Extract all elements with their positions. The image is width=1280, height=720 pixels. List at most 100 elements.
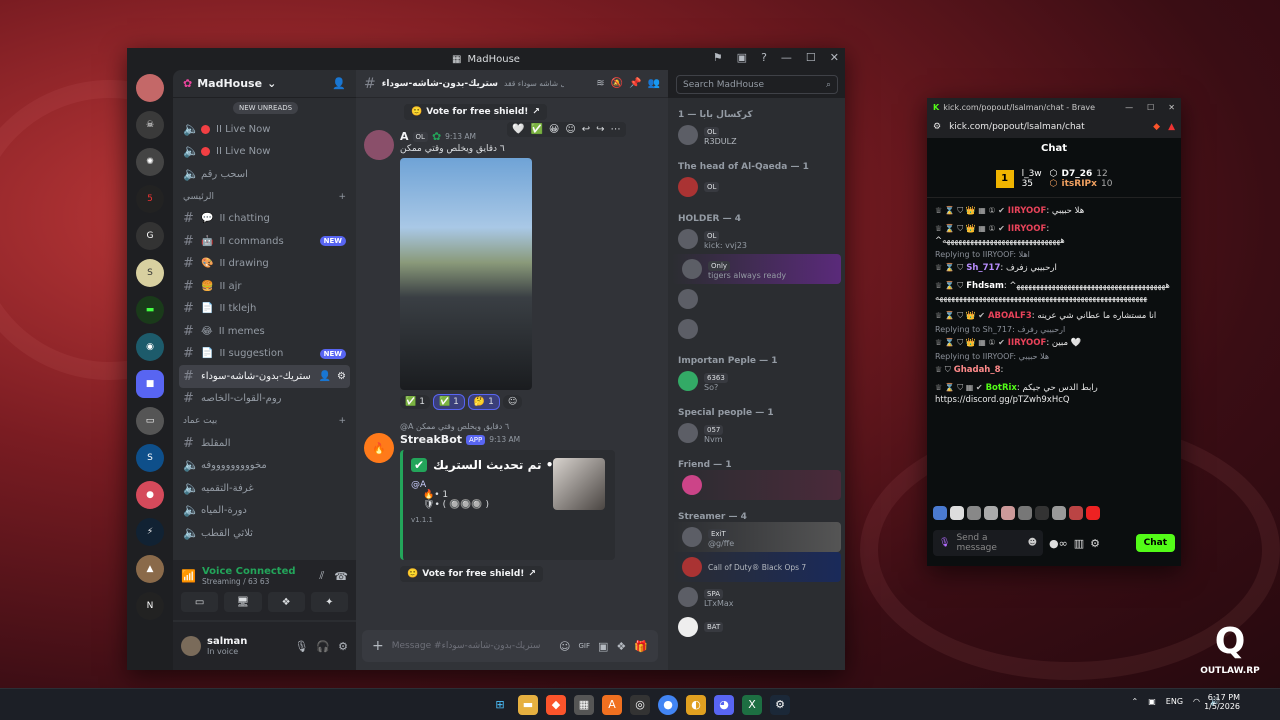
reply-icon[interactable]: ↩ xyxy=(582,124,590,135)
microphone-icon[interactable]: 🎙 xyxy=(294,640,308,653)
add-member-icon[interactable]: 👤 xyxy=(332,77,346,90)
chat-username[interactable]: Ghadah_8 xyxy=(954,365,1001,375)
reply-reference[interactable]: @A ٦ دقايق ويخلص وقتي ممكن xyxy=(356,410,668,431)
gear-icon[interactable]: ⚙ xyxy=(1090,537,1100,550)
close-button[interactable]: ✕ xyxy=(1168,103,1175,112)
chat-username[interactable]: IIRYOOF xyxy=(1008,338,1047,348)
emote-icon[interactable] xyxy=(1069,506,1083,520)
member-item[interactable] xyxy=(668,314,845,344)
check-icon[interactable]: ✅ xyxy=(530,124,542,135)
site-info-icon[interactable]: ⚙ xyxy=(933,122,941,132)
wifi-icon[interactable]: ◠ xyxy=(1193,697,1200,706)
emote-icon[interactable] xyxy=(1018,506,1032,520)
noise-suppression-icon[interactable]: ⫽ xyxy=(319,569,324,583)
server-avatar[interactable]: S xyxy=(136,259,164,287)
app-icon[interactable]: ◐ xyxy=(686,694,706,715)
reply-reference[interactable]: Replying to IIRYOOF: هلا حبيبي xyxy=(927,352,1181,361)
server-avatar[interactable] xyxy=(136,74,164,102)
server-avatar[interactable]: ⚡ xyxy=(136,518,164,546)
app-icon[interactable]: ▦ xyxy=(574,694,594,715)
maximize-button[interactable]: ☐ xyxy=(1147,103,1154,112)
top-user-name[interactable]: l_3w xyxy=(1022,169,1042,179)
emote-icon[interactable] xyxy=(933,506,947,520)
text-channel[interactable]: # 🎨 II drawing xyxy=(173,253,356,276)
car-photo-image[interactable] xyxy=(400,158,532,390)
server-avatar[interactable]: ▬ xyxy=(136,296,164,324)
top-user-name[interactable]: itsRIPx xyxy=(1062,179,1097,189)
windows-start-icon[interactable]: ⊞ xyxy=(490,695,510,715)
apps-icon[interactable]: ❖ xyxy=(616,640,626,653)
plus-icon[interactable]: + xyxy=(372,638,384,654)
voice-channel[interactable]: 🔈 اسحب رقم xyxy=(173,163,356,186)
tray-icon[interactable]: ▣ xyxy=(1148,697,1156,706)
reply-reference[interactable]: Replying to IIRYOOF: اهلا xyxy=(927,250,1181,259)
address-bar[interactable]: ⚙ kick.com/popout/lsalman/chat ◆ ▲ xyxy=(927,116,1181,138)
emote-icon[interactable] xyxy=(950,506,964,520)
camera-off-button[interactable]: ▭ xyxy=(181,592,219,612)
minimize-button[interactable]: — xyxy=(1125,103,1133,112)
vote-shield-button[interactable]: 🙂 Vote for free shield! ↗ xyxy=(404,104,547,120)
chevron-up-icon[interactable]: ⌃ xyxy=(1132,697,1139,706)
reaction[interactable]: ✅ 1 xyxy=(400,395,430,409)
top-user-name[interactable]: D7_26 xyxy=(1062,169,1093,179)
member-item[interactable] xyxy=(672,470,841,500)
gear-icon[interactable]: ⚙ xyxy=(337,371,346,382)
file-explorer-icon[interactable]: ▬ xyxy=(518,694,538,715)
brave-shield-icon[interactable]: ◆ xyxy=(1153,122,1160,132)
activities-button[interactable]: ❖ xyxy=(267,592,305,612)
steam-icon[interactable]: ⚙ xyxy=(770,694,790,715)
threads-icon[interactable]: ≋ xyxy=(596,78,604,89)
server-avatar[interactable]: ✺ xyxy=(136,148,164,176)
brave-icon[interactable]: ◆ xyxy=(546,694,566,715)
member-item[interactable]: OL R3DULZ xyxy=(668,120,845,150)
reply-reference[interactable]: Replying to Sh_717: ارحبيبي رفرف xyxy=(927,325,1181,334)
message-composer[interactable]: + Message #ستريك-بدون-شاشه-سوداء ☺ GIF ▣… xyxy=(362,630,658,662)
member-item[interactable]: OL xyxy=(668,172,845,202)
server-avatar[interactable]: N xyxy=(136,592,164,620)
heart-icon[interactable]: 🤍 xyxy=(512,124,524,135)
chat-username[interactable]: Fhdsam xyxy=(966,281,1004,291)
chat-username[interactable]: IIRYOOF xyxy=(1008,224,1047,234)
add-reaction-icon[interactable]: ☺ xyxy=(565,124,575,135)
member-item[interactable]: BAT xyxy=(668,612,845,642)
voice-channel[interactable]: 🔈 ثلاثي القطب xyxy=(173,522,356,545)
text-channel[interactable]: # 📄 II tklejh xyxy=(173,298,356,321)
chat-username[interactable]: IIRYOOF xyxy=(1008,206,1047,216)
forward-icon[interactable]: ↪ xyxy=(596,124,604,135)
fire-icon[interactable]: 🔥 xyxy=(364,433,394,463)
member-item[interactable]: OL kick: vvj23 xyxy=(668,224,845,254)
member-item[interactable]: Only tigers always ready xyxy=(672,254,841,284)
folder-icon[interactable]: ■ xyxy=(136,370,164,398)
voice-channel[interactable]: 🔈 II Live Now xyxy=(173,141,356,164)
screen-share-button[interactable]: 🖥 xyxy=(224,592,262,612)
server-avatar[interactable]: ● xyxy=(136,481,164,509)
text-channel[interactable]: # روم-القوات-الخاصه xyxy=(173,388,356,411)
member-item[interactable]: 057 Nvm xyxy=(668,418,845,448)
voice-channel[interactable]: 🔈 غرفة-التقميه xyxy=(173,477,356,500)
help-icon[interactable]: ? xyxy=(761,51,767,64)
minimize-button[interactable]: — xyxy=(781,51,792,64)
text-channel[interactable]: # المقلط xyxy=(173,432,356,455)
gift-icon[interactable]: 🎁 xyxy=(634,640,648,653)
send-message-input[interactable]: 🎙 Send a message ☻ xyxy=(933,530,1043,556)
server-avatar[interactable]: ☠ xyxy=(136,111,164,139)
member-item[interactable]: ExiT @g/ffe xyxy=(672,522,841,552)
headphones-icon[interactable]: 🎧 xyxy=(316,640,330,653)
emote-icon[interactable] xyxy=(1052,506,1066,520)
text-channel[interactable]: # 😂 II memes xyxy=(173,320,356,343)
disconnect-icon[interactable]: ☎ xyxy=(334,570,348,583)
member-item[interactable]: SPA LTxMax xyxy=(668,582,845,612)
emote-icon[interactable] xyxy=(1001,506,1015,520)
bell-off-icon[interactable]: 🔕 xyxy=(611,78,623,89)
soundboard-button[interactable]: ✦ xyxy=(310,592,348,612)
sticker-icon[interactable]: ▣ xyxy=(598,640,608,653)
search-input[interactable]: Search MadHouse ⌕ xyxy=(676,75,838,94)
text-channel[interactable]: # 📄 II suggestion NEW xyxy=(173,343,356,366)
server-avatar[interactable]: S xyxy=(136,444,164,472)
close-button[interactable]: ✕ xyxy=(830,51,839,64)
gif-icon[interactable]: GIF xyxy=(579,642,591,650)
brave-rewards-icon[interactable]: ▲ xyxy=(1168,122,1175,132)
members-icon[interactable]: 👥 xyxy=(648,78,660,89)
voice-channel[interactable]: 🔈 دورة-المياه xyxy=(173,500,356,523)
app-icon[interactable]: X xyxy=(742,694,762,715)
